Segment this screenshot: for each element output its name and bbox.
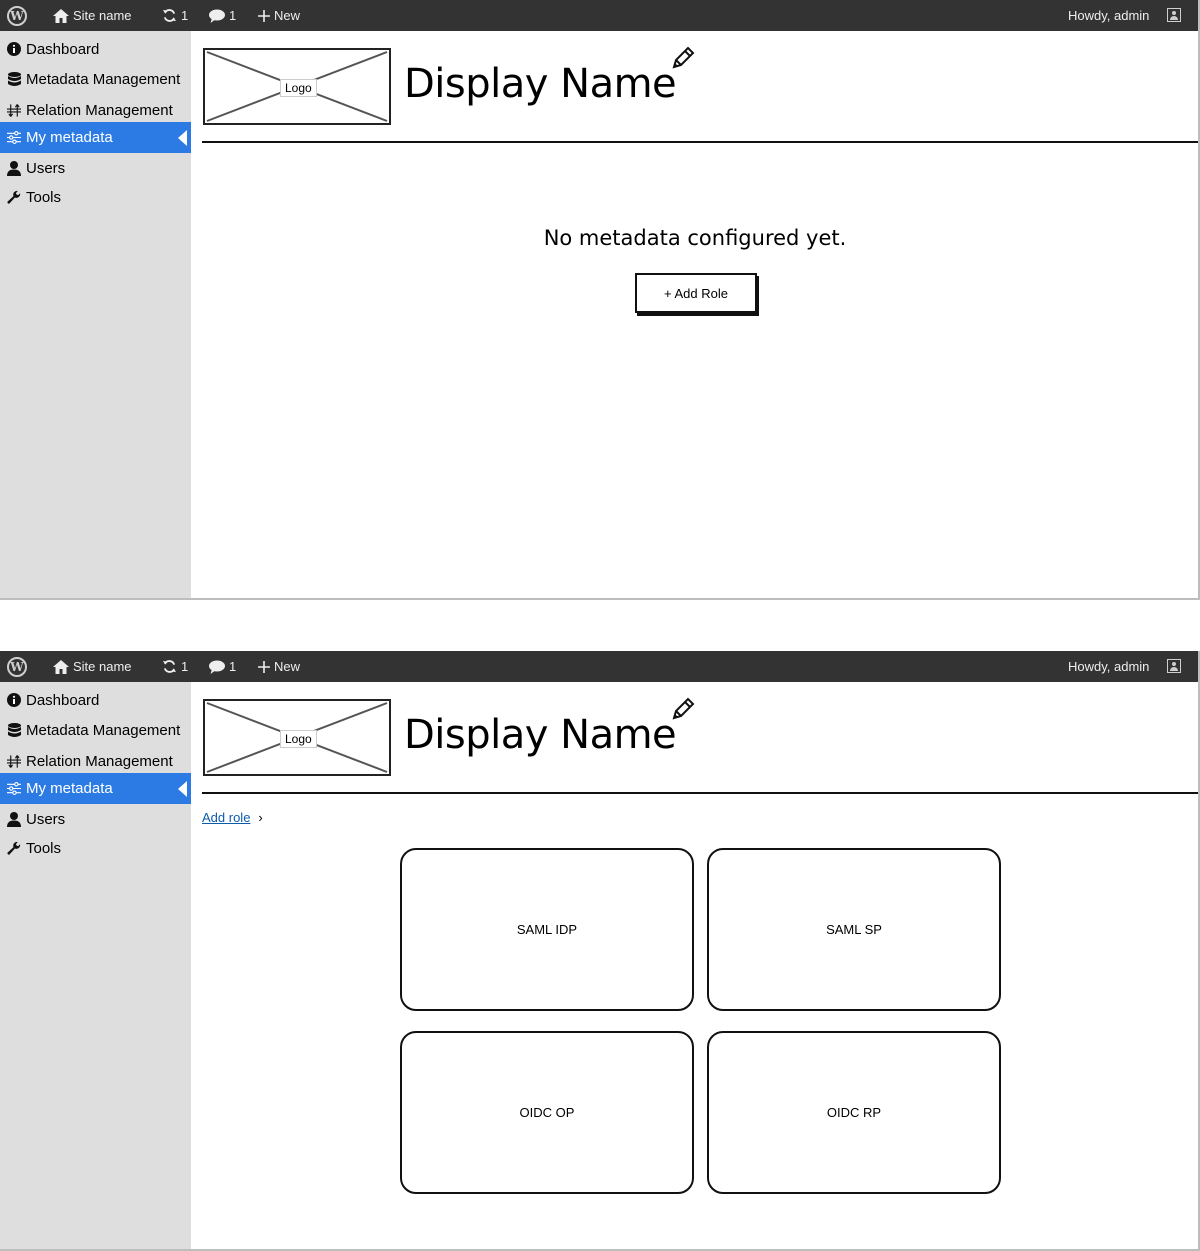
comments-link[interactable]: 1 [209, 651, 236, 682]
refresh-icon [162, 660, 177, 673]
screen-empty-state: W Site name 1 1 New Howdy, admin Dashboa… [0, 0, 1200, 600]
comment-icon [209, 660, 225, 674]
logo-label: Logo [280, 730, 317, 748]
empty-state-message: No metadata configured yet. [543, 226, 847, 250]
display-name-title: Display Name [404, 61, 677, 107]
sidebar-item-label: Users [26, 159, 66, 177]
add-role-button[interactable]: + Add Role [635, 273, 757, 313]
sidebar-item-label: My metadata [26, 129, 113, 146]
database-icon [7, 71, 21, 87]
site-name-link[interactable]: Site name [53, 651, 132, 682]
logo-placeholder: Logo [203, 699, 391, 776]
sidebar: Dashboard Metadata Management Relation M… [0, 682, 191, 1251]
sliders-icon [7, 131, 21, 144]
sidebar-item-dashboard[interactable]: Dashboard [0, 34, 191, 64]
avatar-icon[interactable] [1167, 8, 1181, 22]
howdy-user[interactable]: Howdy, admin [1068, 0, 1149, 31]
header-divider [202, 141, 1198, 143]
wordpress-logo-icon[interactable]: W [7, 0, 27, 31]
new-content-link[interactable]: New [258, 0, 300, 31]
role-card-label: OIDC OP [519, 1105, 575, 1120]
role-card-label: SAML IDP [516, 922, 578, 937]
sidebar-item-relation-management[interactable]: Relation Management [0, 746, 191, 776]
sidebar-item-label: Metadata Management [26, 721, 181, 739]
breadcrumb: Add role › [202, 810, 263, 825]
role-card-oidc-rp[interactable]: OIDC RP [707, 1031, 1001, 1194]
site-name-label: Site name [73, 659, 132, 674]
sidebar-item-metadata-management[interactable]: Metadata Management [0, 64, 191, 94]
role-card-label: SAML SP [826, 922, 882, 937]
wrench-icon [7, 841, 21, 856]
sidebar-item-tools[interactable]: Tools [0, 833, 191, 863]
admin-bar: W Site name 1 1 New Howdy, admin [0, 0, 1200, 31]
sidebar-item-my-metadata[interactable]: My metadata [0, 122, 191, 153]
wrench-icon [7, 190, 21, 205]
sidebar-item-metadata-management[interactable]: Metadata Management [0, 715, 191, 745]
comment-icon [209, 9, 225, 23]
sidebar-item-label: Relation Management [26, 752, 173, 770]
new-label: New [274, 659, 301, 674]
role-card-saml-sp[interactable]: SAML SP [707, 848, 1001, 1011]
screen-add-role: W Site name 1 1 New Howdy, admin Dashboa… [0, 651, 1200, 1251]
plus-icon [258, 660, 270, 673]
howdy-label: Howdy, admin [1068, 8, 1150, 23]
relation-arrows-icon [7, 754, 21, 769]
sidebar: Dashboard Metadata Management Relation M… [0, 31, 191, 600]
role-card-label: OIDC RP [826, 1105, 882, 1120]
new-content-link[interactable]: New [258, 651, 300, 682]
site-name-label: Site name [73, 8, 132, 23]
sidebar-item-tools[interactable]: Tools [0, 182, 191, 212]
sidebar-item-label: Dashboard [26, 691, 100, 709]
plus-icon [258, 9, 270, 22]
sliders-icon [7, 782, 21, 795]
refresh-icon [162, 9, 177, 22]
breadcrumb-separator: › [258, 810, 263, 825]
sidebar-item-users[interactable]: Users [0, 804, 191, 834]
home-icon [53, 8, 69, 23]
sidebar-item-label: My metadata [26, 780, 113, 797]
sidebar-item-users[interactable]: Users [0, 153, 191, 183]
sidebar-item-label: Relation Management [26, 101, 173, 119]
main-content: Logo Display Name No metadata configured… [192, 31, 1198, 598]
main-content: Logo Display Name Add role › SAML IDP SA… [192, 682, 1198, 1249]
role-card-oidc-op[interactable]: OIDC OP [400, 1031, 694, 1194]
admin-bar: W Site name 1 1 New Howdy, admin [0, 651, 1200, 682]
info-icon [7, 693, 21, 707]
relation-arrows-icon [7, 103, 21, 118]
pencil-edit-icon[interactable] [670, 45, 696, 75]
info-icon [7, 42, 21, 56]
sidebar-item-label: Users [26, 810, 66, 828]
updates-count: 1 [181, 659, 189, 674]
updates-link[interactable]: 1 [162, 651, 188, 682]
database-icon [7, 722, 21, 738]
comments-count: 1 [229, 659, 237, 674]
role-card-saml-idp[interactable]: SAML IDP [400, 848, 694, 1011]
display-name-title: Display Name [404, 712, 677, 758]
sidebar-item-label: Tools [26, 188, 62, 206]
comments-count: 1 [229, 8, 237, 23]
howdy-label: Howdy, admin [1068, 659, 1150, 674]
sidebar-item-label: Tools [26, 839, 62, 857]
avatar-icon[interactable] [1167, 659, 1181, 673]
user-icon [7, 160, 21, 176]
updates-count: 1 [181, 8, 189, 23]
pencil-edit-icon[interactable] [670, 696, 696, 726]
site-name-link[interactable]: Site name [53, 0, 132, 31]
logo-placeholder: Logo [203, 48, 391, 125]
sidebar-item-relation-management[interactable]: Relation Management [0, 95, 191, 125]
sidebar-item-my-metadata[interactable]: My metadata [0, 773, 191, 804]
logo-label: Logo [280, 79, 317, 97]
breadcrumb-add-role-link[interactable]: Add role [202, 810, 250, 825]
header-divider [202, 792, 1198, 794]
updates-link[interactable]: 1 [162, 0, 188, 31]
home-icon [53, 659, 69, 674]
sidebar-item-label: Metadata Management [26, 70, 181, 88]
wordpress-logo-icon[interactable]: W [7, 651, 27, 682]
comments-link[interactable]: 1 [209, 0, 236, 31]
user-icon [7, 811, 21, 827]
new-label: New [274, 8, 301, 23]
sidebar-item-label: Dashboard [26, 40, 100, 58]
howdy-user[interactable]: Howdy, admin [1068, 651, 1149, 682]
sidebar-item-dashboard[interactable]: Dashboard [0, 685, 191, 715]
